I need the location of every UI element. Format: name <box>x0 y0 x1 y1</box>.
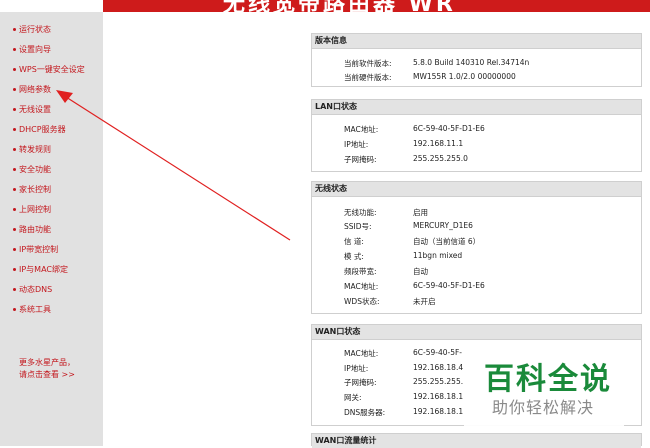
watermark-title: 百科全说 <box>484 362 612 397</box>
watermark: 百科全说 助你轻松解决 <box>464 342 624 426</box>
watermark-subtitle: 助你轻松解决 <box>492 398 595 417</box>
